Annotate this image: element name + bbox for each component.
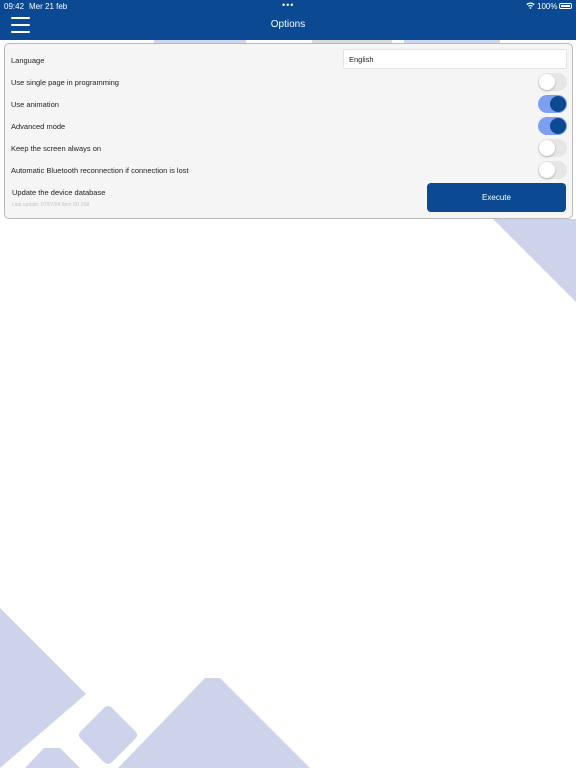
advanced-mode-toggle[interactable] <box>538 117 567 135</box>
single-page-label: Use single page in programming <box>11 78 119 87</box>
wifi-icon <box>526 2 535 9</box>
toggle-knob <box>539 162 555 178</box>
screen-on-toggle[interactable] <box>538 139 567 157</box>
toggle-knob <box>550 118 566 134</box>
animation-toggle[interactable] <box>538 95 567 113</box>
decoration-shape <box>0 608 86 768</box>
battery-icon <box>559 3 572 9</box>
screen-on-label: Keep the screen always on <box>11 144 102 153</box>
app-header: 09:42 Mer 21 feb ••• 100% Options <box>0 0 576 40</box>
status-bar: 09:42 Mer 21 feb ••• 100% <box>0 0 576 12</box>
last-update-text: Last update: 07/07/84 8pm 5D 3Sil <box>12 202 89 208</box>
options-card: Language English Use single page in prog… <box>4 43 573 219</box>
update-database-label: Update the device database <box>12 188 106 197</box>
advanced-mode-label: Advanced mode <box>11 122 66 131</box>
bluetooth-reconnect-label: Automatic Bluetooth reconnection if conn… <box>11 166 189 175</box>
execute-button[interactable]: Execute <box>427 183 566 212</box>
status-date: Mer 21 feb <box>29 2 68 11</box>
decoration-shape <box>25 748 80 768</box>
language-label: Language <box>11 56 45 65</box>
single-page-toggle[interactable] <box>538 73 567 91</box>
decoration-shape <box>118 678 310 768</box>
language-field[interactable]: English <box>343 49 567 69</box>
bluetooth-reconnect-toggle[interactable] <box>538 161 567 179</box>
multitasking-dots-icon[interactable]: ••• <box>282 0 294 10</box>
toggle-knob <box>539 74 555 90</box>
toggle-knob <box>539 140 555 156</box>
status-time: 09:42 <box>4 2 25 11</box>
battery-percent: 100% <box>537 2 558 11</box>
page-title: Options <box>270 19 306 30</box>
toggle-knob <box>550 96 566 112</box>
animation-label: Use animation <box>11 100 59 109</box>
decoration-shape <box>493 219 576 302</box>
